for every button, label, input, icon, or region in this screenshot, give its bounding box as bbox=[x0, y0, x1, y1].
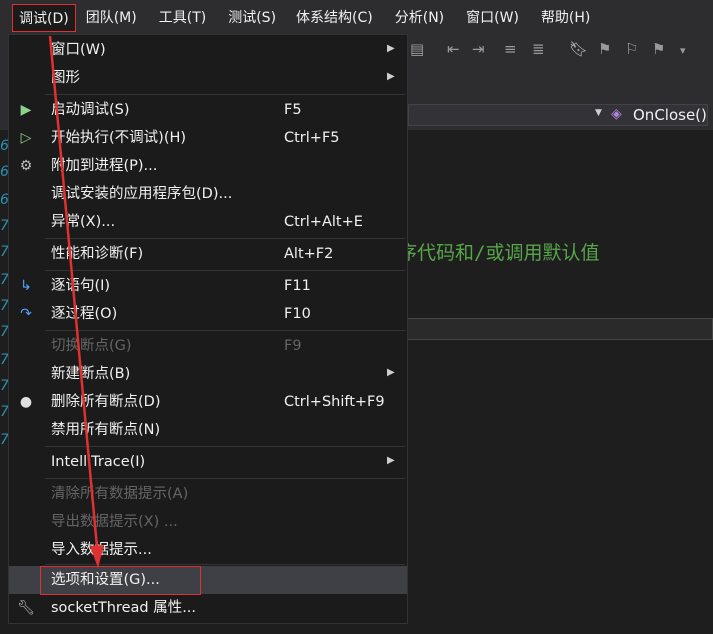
annotation-arrow-shaft bbox=[48, 35, 100, 559]
annotation-arrow-head bbox=[90, 545, 104, 568]
annotation-arrow bbox=[48, 35, 104, 568]
